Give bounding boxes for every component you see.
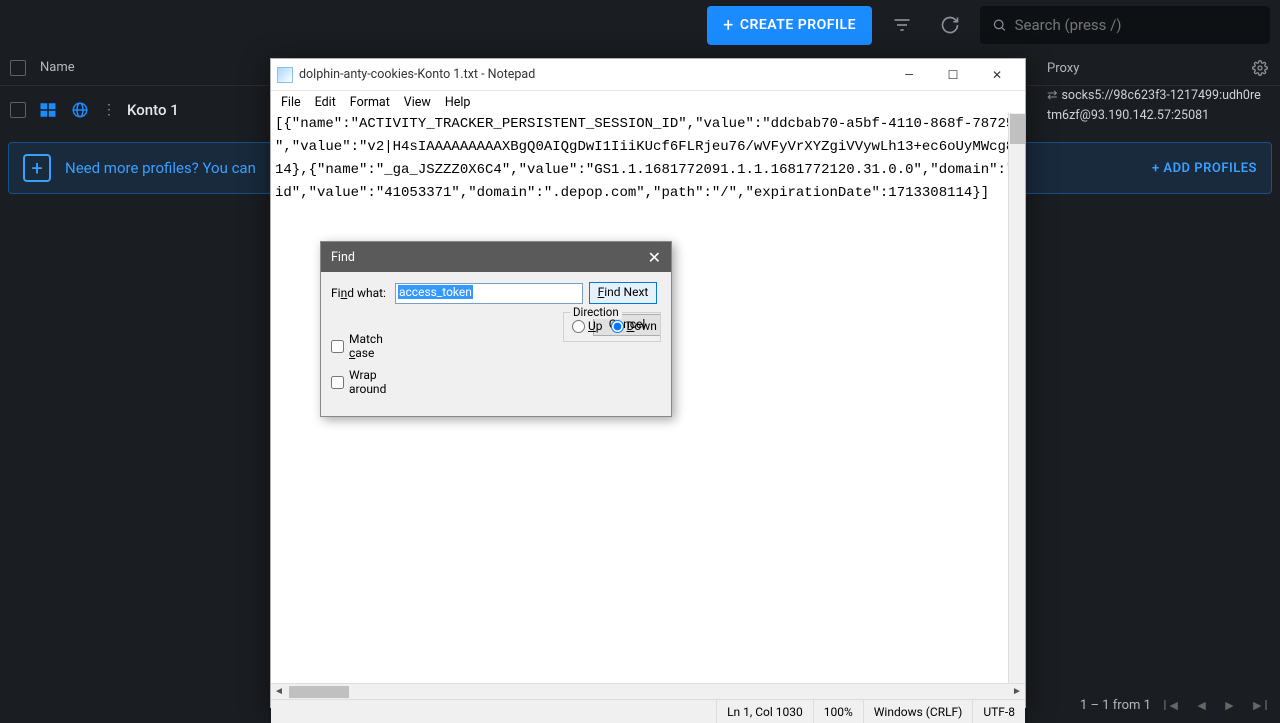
notepad-statusbar: Ln 1, Col 1030 100% Windows (CRLF) UTF-8 (271, 699, 1025, 723)
swap-icon: ⇄ (1047, 88, 1057, 103)
globe-icon (70, 100, 90, 120)
search-input[interactable] (1015, 16, 1258, 34)
prev-page-button[interactable]: ◄ (1193, 695, 1211, 716)
last-page-button[interactable]: ►I (1248, 695, 1270, 716)
create-profile-button[interactable]: + CREATE PROFILE (707, 6, 872, 45)
proxy-panel: Proxy ⇄ socks5://98c623f3-1217499:udh0re … (1035, 56, 1280, 132)
row-checkbox[interactable] (10, 102, 26, 118)
notepad-text-line: id","value":"41053371","domain":".depop.… (271, 182, 1025, 205)
menu-help[interactable]: Help (439, 93, 477, 112)
pagination-summary: 1 – 1 from 1 (1080, 698, 1151, 713)
drag-handle-icon[interactable]: ⋮ (102, 102, 115, 118)
maximize-button[interactable]: ☐ (931, 60, 975, 90)
scroll-right-arrow-icon[interactable]: ► (1009, 686, 1025, 697)
profile-name: Konto 1 (127, 101, 179, 119)
add-profiles-link[interactable]: + ADD PROFILES (1152, 161, 1257, 176)
windows-icon (38, 100, 58, 120)
close-button[interactable]: ✕ (975, 60, 1019, 90)
notepad-app-icon (277, 67, 293, 83)
refresh-button[interactable] (932, 7, 968, 43)
direction-label: Direction (570, 305, 622, 319)
wrap-around-checkbox[interactable]: Wrap around (331, 368, 409, 396)
find-next-button[interactable]: Find Next (589, 282, 657, 304)
select-all-checkbox[interactable] (10, 60, 26, 76)
create-profile-label: CREATE PROFILE (740, 17, 856, 33)
proxy-line1: socks5://98c623f3-1217499:udh0re (1061, 88, 1260, 103)
direction-up-radio[interactable]: Up (572, 319, 603, 333)
notepad-text-line: [{"name":"ACTIVITY_TRACKER_PERSISTENT_SE… (271, 113, 1025, 136)
find-what-value: access_token (398, 285, 473, 299)
find-dialog: Find ✕ Find what: access_token Find Next… (320, 241, 672, 417)
find-titlebar[interactable]: Find ✕ (321, 242, 671, 272)
minimize-button[interactable]: — (887, 60, 931, 90)
plus-icon: + (723, 15, 734, 36)
vertical-scrollbar[interactable] (1008, 113, 1025, 683)
notepad-title: dolphin-anty-cookies-Konto 1.txt - Notep… (299, 67, 535, 82)
menu-edit[interactable]: Edit (309, 93, 342, 112)
direction-down-radio[interactable]: Down (611, 319, 657, 333)
notepad-text-line: ","value":"v2|H4sIAAAAAAAAAXBgQ0AIQgDwI1… (271, 136, 1025, 159)
next-page-button[interactable]: ► (1220, 695, 1238, 716)
menu-file[interactable]: File (275, 93, 307, 112)
notepad-menubar[interactable]: File Edit Format View Help (271, 91, 1025, 113)
find-what-input[interactable]: access_token (395, 283, 583, 304)
menu-format[interactable]: Format (344, 93, 396, 112)
first-page-button[interactable]: I◄ (1161, 695, 1183, 716)
proxy-info: ⇄ socks5://98c623f3-1217499:udh0re tm6zf@… (1035, 80, 1280, 132)
match-case-checkbox[interactable]: Match case (331, 332, 409, 360)
column-name-label: Name (40, 60, 75, 75)
gear-icon (1252, 60, 1268, 76)
proxy-line2: tm6zf@93.190.142.57:25081 (1047, 106, 1268, 126)
columns-settings-button[interactable] (1252, 60, 1268, 76)
search-box[interactable] (980, 6, 1270, 44)
find-title: Find (331, 250, 355, 265)
horizontal-scrollbar[interactable]: ◄ ► (271, 683, 1025, 699)
find-close-button[interactable]: ✕ (648, 248, 661, 267)
banner-text: Need more profiles? You can (65, 159, 256, 177)
pagination-bar: 1 – 1 from 1 I◄ ◄ ► ►I (1080, 695, 1270, 716)
app-toolbar: + CREATE PROFILE (0, 0, 1280, 50)
filter-button[interactable] (884, 7, 920, 43)
column-proxy-label: Proxy (1047, 61, 1079, 76)
menu-view[interactable]: View (398, 93, 437, 112)
find-what-label: Find what: (331, 286, 389, 300)
filter-icon (892, 15, 912, 35)
direction-group: Direction Up Down (563, 312, 661, 342)
refresh-icon (940, 15, 960, 35)
search-icon (992, 17, 1007, 33)
notepad-text-line: 14},{"name":"_ga_JSZZZ0X6C4","value":"GS… (271, 159, 1025, 182)
scroll-left-arrow-icon[interactable]: ◄ (271, 686, 287, 697)
notepad-titlebar[interactable]: dolphin-anty-cookies-Konto 1.txt - Notep… (271, 59, 1025, 91)
plus-badge-icon: + (23, 154, 51, 182)
